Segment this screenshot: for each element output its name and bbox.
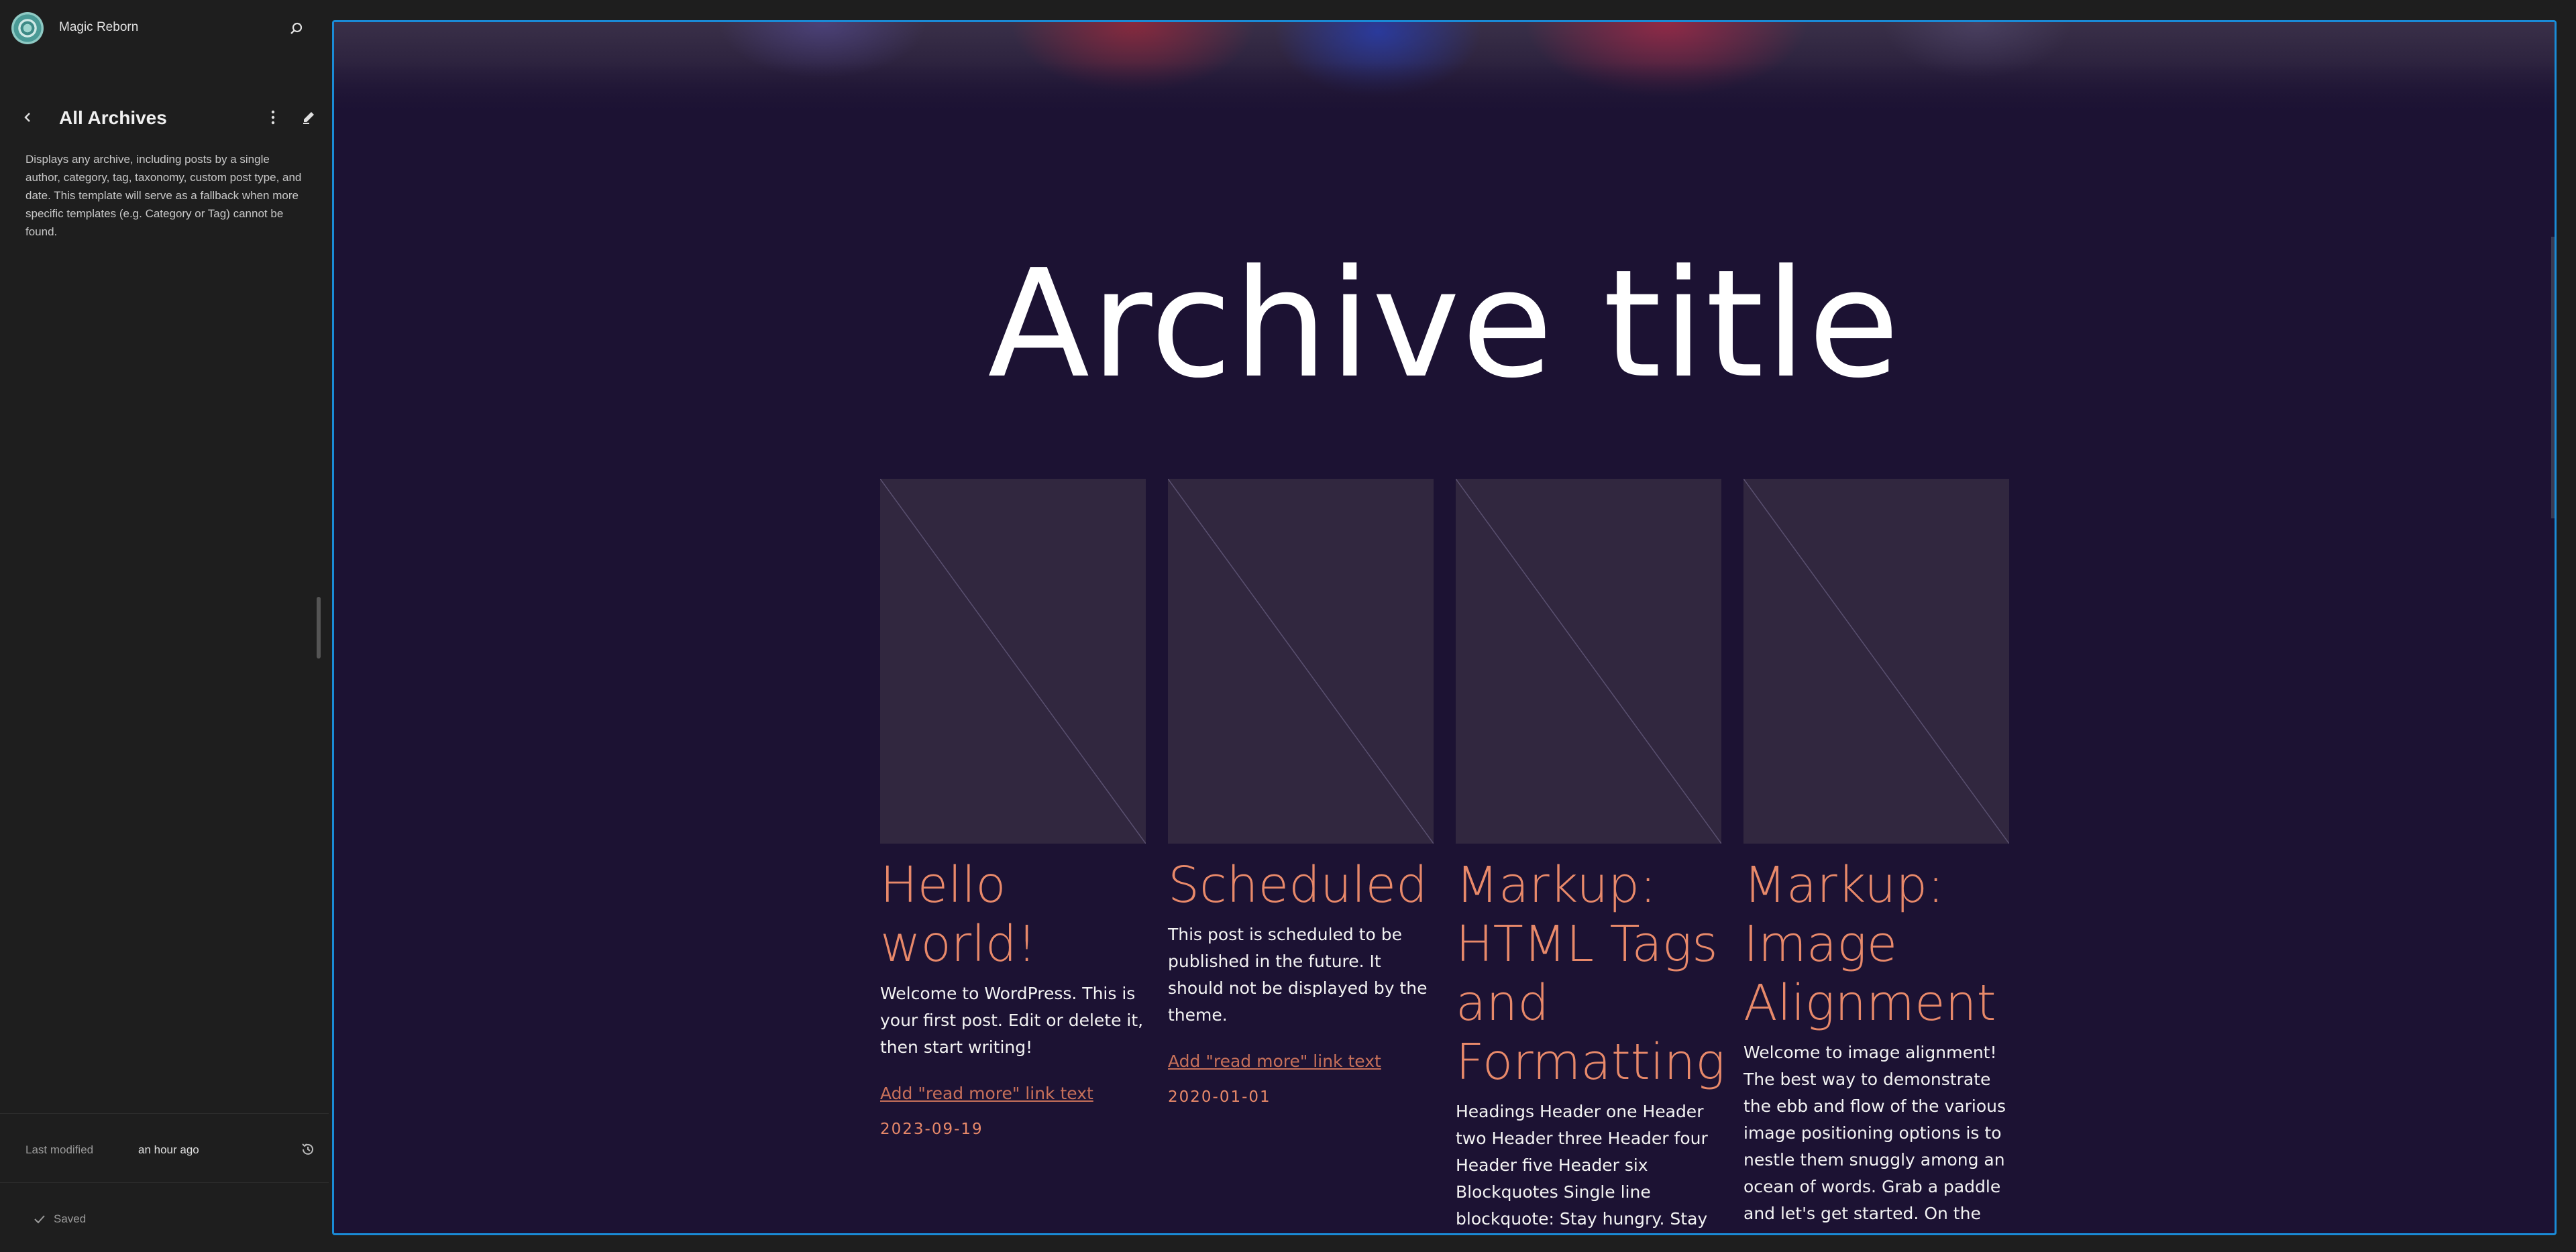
post-excerpt: Welcome to image alignment! The best way…	[1743, 1043, 2006, 1233]
featured-image-placeholder[interactable]	[1456, 479, 1721, 844]
history-icon	[302, 1143, 313, 1155]
save-status: Saved	[34, 1212, 86, 1226]
post-date: 2023-09-19	[880, 1121, 983, 1138]
template-title: All Archives	[59, 107, 167, 128]
read-more-link[interactable]: Add "read more" link text	[1168, 1051, 1381, 1071]
canvas-scrollbar[interactable]	[2551, 237, 2555, 518]
post-title[interactable]: Markup: Image Alignment	[1743, 856, 2009, 1033]
more-options-button[interactable]	[263, 107, 283, 127]
post-title[interactable]: Markup: HTML Tags and Formatting	[1456, 856, 1725, 1092]
more-vertical-icon	[271, 110, 275, 125]
post-excerpt: Headings Header one Header two Header th…	[1456, 1102, 1708, 1229]
featured-image-placeholder[interactable]	[880, 479, 1146, 844]
last-modified-row: Last modified an hour ago	[0, 1113, 329, 1183]
revisions-button[interactable]	[298, 1139, 318, 1159]
site-name[interactable]: Magic Reborn	[59, 20, 138, 35]
post-card[interactable]: Hello world! Welcome to WordPress. This …	[880, 479, 1146, 1233]
last-modified-value: an hour ago	[138, 1143, 199, 1156]
editor-canvas[interactable]: Archive title Hello world! Welcome to Wo…	[332, 20, 2557, 1235]
post-excerpt: This post is scheduled to be published i…	[1168, 925, 1428, 1025]
post-card[interactable]: Markup: HTML Tags and Formatting Heading…	[1456, 479, 1725, 1233]
search-icon	[290, 22, 303, 34]
last-modified-label: Last modified	[25, 1143, 94, 1156]
archive-title[interactable]: Archive title	[334, 238, 2555, 411]
post-title[interactable]: Scheduled	[1168, 856, 1434, 915]
post-title[interactable]: Hello world!	[880, 856, 1146, 974]
search-button[interactable]	[285, 17, 308, 40]
read-more-link[interactable]: Add "read more" link text	[880, 1084, 1093, 1103]
sidebar-top-bar: Magic Reborn	[0, 0, 329, 56]
post-date: 2020-01-01	[1168, 1088, 1271, 1106]
back-button[interactable]	[17, 107, 38, 127]
save-status-label: Saved	[54, 1212, 87, 1225]
edit-button[interactable]	[299, 107, 319, 127]
post-card[interactable]: Markup: Image Alignment Welcome to image…	[1743, 479, 2009, 1233]
template-header: All Archives	[0, 101, 329, 135]
sidebar-scrollbar[interactable]	[317, 597, 321, 659]
chevron-left-icon	[24, 113, 30, 122]
pencil-icon	[303, 112, 314, 124]
post-excerpt: Welcome to WordPress. This is your first…	[880, 984, 1144, 1057]
post-grid: Hello world! Welcome to WordPress. This …	[880, 479, 2012, 1233]
editor-sidebar: Magic Reborn All Archives Displays any a…	[0, 0, 329, 1252]
featured-image-placeholder[interactable]	[1168, 479, 1434, 844]
featured-image-placeholder[interactable]	[1743, 479, 2009, 844]
template-description: Displays any archive, including posts by…	[25, 153, 302, 238]
check-icon	[34, 1215, 45, 1224]
site-logo[interactable]	[11, 12, 44, 44]
post-card[interactable]: Scheduled This post is scheduled to be p…	[1168, 479, 1434, 1233]
